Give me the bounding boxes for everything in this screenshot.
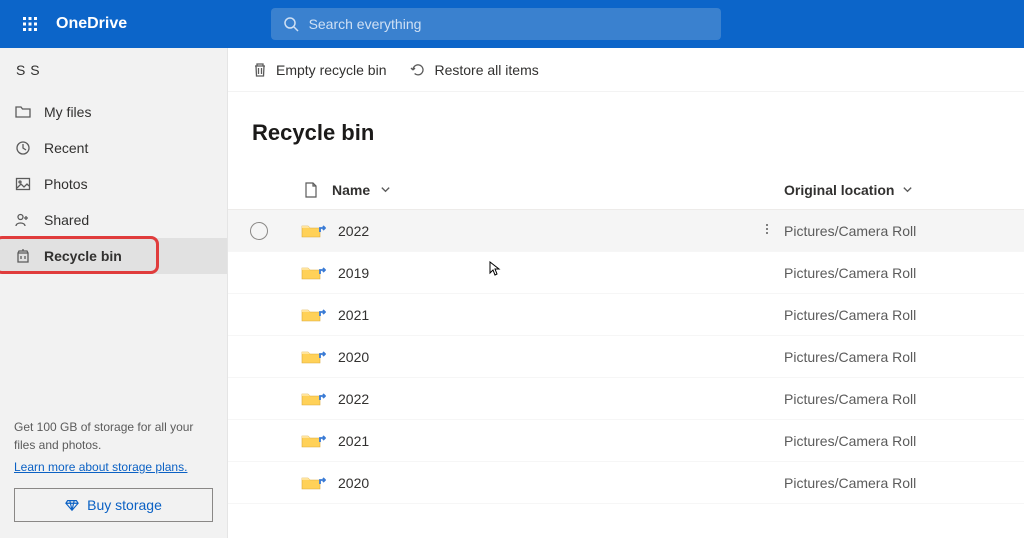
shortcut-badge-icon bbox=[318, 346, 326, 354]
item-name: 2022 bbox=[338, 223, 369, 239]
folder-icon bbox=[301, 433, 321, 449]
person-icon bbox=[14, 211, 32, 229]
trash-icon bbox=[252, 62, 268, 78]
diamond-icon bbox=[65, 498, 79, 512]
sidebar: S S My files Recent Photos Shared Recycle bi… bbox=[0, 48, 228, 538]
sidebar-item-my-files[interactable]: My files bbox=[0, 94, 227, 130]
bin-icon bbox=[14, 247, 32, 265]
empty-label: Empty recycle bin bbox=[276, 62, 386, 78]
sidebar-item-shared[interactable]: Shared bbox=[0, 202, 227, 238]
folder-icon bbox=[301, 475, 321, 491]
item-location: Pictures/Camera Roll bbox=[784, 265, 1024, 281]
restore-all-button[interactable]: Restore all items bbox=[410, 62, 538, 78]
shortcut-badge-icon bbox=[318, 304, 326, 312]
shortcut-badge-icon bbox=[318, 262, 326, 270]
restore-label: Restore all items bbox=[434, 62, 538, 78]
file-type-header-icon[interactable] bbox=[304, 182, 318, 198]
app-header: OneDrive bbox=[0, 0, 1024, 48]
item-name: 2021 bbox=[338, 433, 369, 449]
promo-link[interactable]: Learn more about storage plans. bbox=[14, 460, 187, 474]
promo-panel: Get 100 GB of storage for all your files… bbox=[0, 407, 227, 538]
sidebar-item-recycle-bin[interactable]: Recycle bin bbox=[0, 238, 227, 274]
table-row[interactable]: 2020 Pictures/Camera Roll bbox=[228, 336, 1024, 378]
column-name-header[interactable]: Name bbox=[332, 182, 750, 198]
shortcut-badge-icon bbox=[318, 220, 326, 228]
shortcut-badge-icon bbox=[318, 430, 326, 438]
item-name: 2020 bbox=[338, 475, 369, 491]
shortcut-badge-icon bbox=[318, 472, 326, 480]
item-name: 2019 bbox=[338, 265, 369, 281]
column-name-label: Name bbox=[332, 182, 370, 198]
sidebar-item-recent[interactable]: Recent bbox=[0, 130, 227, 166]
more-actions-button[interactable] bbox=[760, 222, 774, 239]
item-name: 2021 bbox=[338, 307, 369, 323]
select-circle[interactable] bbox=[250, 222, 268, 240]
buy-storage-label: Buy storage bbox=[87, 497, 162, 513]
table-row[interactable]: 2022 Pictures/Camera Roll bbox=[228, 210, 1024, 252]
search-container bbox=[127, 8, 864, 40]
item-name: 2020 bbox=[338, 349, 369, 365]
main-content: Empty recycle bin Restore all items Recy… bbox=[228, 48, 1024, 538]
item-location: Pictures/Camera Roll bbox=[784, 307, 1024, 323]
waffle-icon bbox=[22, 16, 38, 32]
item-location: Pictures/Camera Roll bbox=[784, 433, 1024, 449]
image-icon bbox=[14, 175, 32, 193]
table-row[interactable]: 2021 Pictures/Camera Roll bbox=[228, 420, 1024, 462]
sidebar-item-label: Shared bbox=[44, 212, 89, 228]
folder-icon bbox=[301, 307, 321, 323]
page-title: Recycle bin bbox=[228, 92, 1024, 170]
shortcut-badge-icon bbox=[318, 388, 326, 396]
promo-text: Get 100 GB of storage for all your files… bbox=[14, 419, 213, 454]
column-location-header[interactable]: Original location bbox=[784, 182, 1024, 198]
brand-label: OneDrive bbox=[56, 15, 127, 33]
search-box[interactable] bbox=[271, 8, 721, 40]
table-header: Name Original location bbox=[228, 170, 1024, 210]
restore-icon bbox=[410, 62, 426, 78]
folder-icon bbox=[14, 103, 32, 121]
item-name: 2022 bbox=[338, 391, 369, 407]
file-table: Name Original location 2022 Pictures/Came… bbox=[228, 170, 1024, 538]
table-row[interactable]: 2019 Pictures/Camera Roll bbox=[228, 252, 1024, 294]
chevron-down-icon bbox=[902, 184, 913, 195]
item-location: Pictures/Camera Roll bbox=[784, 223, 1024, 239]
table-row[interactable]: 2022 Pictures/Camera Roll bbox=[228, 378, 1024, 420]
app-launcher-button[interactable] bbox=[10, 4, 50, 44]
folder-icon bbox=[301, 349, 321, 365]
nav-list: My files Recent Photos Shared Recycle bin bbox=[0, 92, 227, 276]
folder-icon bbox=[301, 223, 321, 239]
sidebar-item-label: Recycle bin bbox=[44, 248, 122, 264]
column-location-label: Original location bbox=[784, 182, 894, 198]
chevron-down-icon bbox=[380, 184, 391, 195]
clock-icon bbox=[14, 139, 32, 157]
search-icon bbox=[283, 16, 299, 32]
item-location: Pictures/Camera Roll bbox=[784, 349, 1024, 365]
sidebar-item-label: My files bbox=[44, 104, 91, 120]
sidebar-item-photos[interactable]: Photos bbox=[0, 166, 227, 202]
sidebar-item-label: Photos bbox=[44, 176, 88, 192]
empty-recycle-bin-button[interactable]: Empty recycle bin bbox=[252, 62, 386, 78]
sidebar-item-label: Recent bbox=[44, 140, 88, 156]
buy-storage-button[interactable]: Buy storage bbox=[14, 488, 213, 522]
item-location: Pictures/Camera Roll bbox=[784, 391, 1024, 407]
table-row[interactable]: 2020 Pictures/Camera Roll bbox=[228, 462, 1024, 504]
command-bar: Empty recycle bin Restore all items bbox=[228, 48, 1024, 92]
user-label: S S bbox=[0, 48, 227, 92]
table-row[interactable]: 2021 Pictures/Camera Roll bbox=[228, 294, 1024, 336]
folder-icon bbox=[301, 265, 321, 281]
search-input[interactable] bbox=[309, 16, 709, 32]
folder-icon bbox=[301, 391, 321, 407]
item-location: Pictures/Camera Roll bbox=[784, 475, 1024, 491]
